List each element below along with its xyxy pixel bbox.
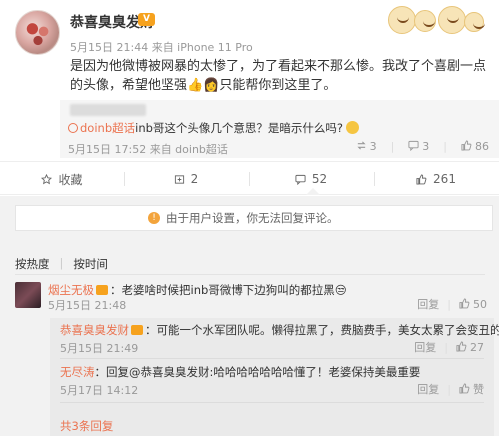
more-replies-link[interactable]: 共3条回复 [60,418,113,434]
comment-text-line: 烟尘无极 ：老婆啥时候把inb哥微博下边狗叫的都拉黑😒 [48,282,347,298]
emoji-icon [346,121,360,134]
author-avatar[interactable] [15,10,60,55]
reply-time: 5月17日 14:12 [60,384,139,397]
divider [15,274,485,275]
vip-badge-icon [131,325,143,335]
comment-actions: 回复 | 50 [417,296,487,312]
sticker-decoration-icon [464,12,485,32]
star-icon [41,173,53,184]
repost-like-button[interactable]: 86 [461,140,489,153]
repost-meta: 5月15日 17:52 来自 doinb超话 [68,143,228,156]
reply-actions: 回复 | 赞 [417,381,484,397]
repost-repost-button[interactable]: 3 [356,140,377,153]
comment-icon [295,174,306,185]
like-button[interactable]: 261 [374,162,498,196]
commenter-avatar[interactable] [15,282,41,308]
repost-actions: 3 | 3 | 86 [356,140,489,153]
comment-like-button[interactable]: 50 [459,298,487,311]
reply-time: 5月15日 21:49 [60,342,139,355]
weibo-post: 恭喜臭臭发财 V 5月15日 21:44 来自 iPhone 11 Pro 是因… [0,0,499,161]
reply-like-button[interactable]: 27 [456,341,484,354]
reply-reply-button[interactable]: 回复 [417,381,439,397]
repost-button[interactable]: 2 [124,162,248,196]
thumb-up-icon [459,383,470,394]
reply-text: ：回复@恭喜臭臭发财:哈哈哈哈哈哈哈懂了！老婆保持美最重要 [94,365,421,379]
reply-actions: 回复 | 27 [414,339,484,355]
post-meta: 5月15日 21:44 来自 iPhone 11 Pro [70,41,253,54]
sticker-decoration-icon [388,6,416,34]
tab-sort-time[interactable]: 按时间 [73,256,108,272]
repost-text-line: doinb超话inb哥这个头像几个意思？是暗示什么吗? [68,120,360,136]
vip-badge-icon: V [138,13,155,26]
info-icon: ! [148,212,160,224]
thumb-up-icon [459,297,470,309]
thumb-up-icon [456,340,467,352]
vip-badge-icon [96,285,108,295]
reply-user-name[interactable]: 恭喜臭臭发财 [60,323,129,337]
thumb-up-icon [416,173,427,185]
sticker-decoration-icon [438,6,466,34]
active-tab-indicator [306,188,320,195]
comment-text: ：老婆啥时候把inb哥微博下边狗叫的都拉黑😒 [110,283,347,297]
reply-user-name[interactable]: 无尽涛 [60,365,95,379]
favorite-button[interactable]: 收藏 [0,162,124,196]
comment-reply-button[interactable]: 回复 [417,296,439,312]
repost-text: inb哥这个头像几个意思？是暗示什么吗? [135,121,344,135]
reply-text-line: 恭喜臭臭发财 ：可能一个水军团队呢。懒得拉黑了，费脑费手，美女太累了会变丑的 [60,322,499,338]
comment-sort-tabs: 按热度 | 按时间 [15,256,108,272]
reply-text: ：可能一个水军团队呢。懒得拉黑了，费脑费手，美女太累了会变丑的 [145,323,499,337]
commenter-name[interactable]: 烟尘无极 [48,283,94,297]
reply-restriction-notice: ! 由于用户设置，你无法回复评论。 [15,205,493,231]
blurred-username [70,104,146,116]
reply-reply-button[interactable]: 回复 [414,339,436,355]
reply-like-button[interactable]: 赞 [459,381,484,397]
comments-section: ! 由于用户设置，你无法回复评论。 按热度 | 按时间 烟尘无极 ：老婆啥时候把i… [0,196,499,436]
replies-box: 恭喜臭臭发财 ：可能一个水军团队呢。懒得拉黑了，费脑费手，美女太累了会变丑的 5月… [50,318,499,436]
repost-icon [174,174,184,184]
comment-icon [408,140,419,151]
thumb-up-icon [461,140,472,151]
repost-comment-button[interactable]: 3 [408,140,429,153]
repost-icon [356,141,366,150]
supertopic-icon [68,123,78,133]
reposted-content[interactable]: doinb超话inb哥这个头像几个意思？是暗示什么吗? 5月15日 17:52 … [60,100,499,158]
tab-sort-hot[interactable]: 按热度 [15,256,50,272]
reply-text-line: 无尽涛：回复@恭喜臭臭发财:哈哈哈哈哈哈哈懂了！老婆保持美最重要 [60,364,420,380]
post-text: 是因为他微博被网暴的太惨了，为了看起来不那么惨。我改了个喜剧一点的头像，希望他坚… [70,59,487,93]
supertopic-tag[interactable]: doinb超话 [80,121,135,135]
post-action-bar: 收藏 2 52 261 [0,161,499,195]
comment-time: 5月15日 21:48 [48,299,127,312]
sticker-decoration-icon [414,10,436,32]
